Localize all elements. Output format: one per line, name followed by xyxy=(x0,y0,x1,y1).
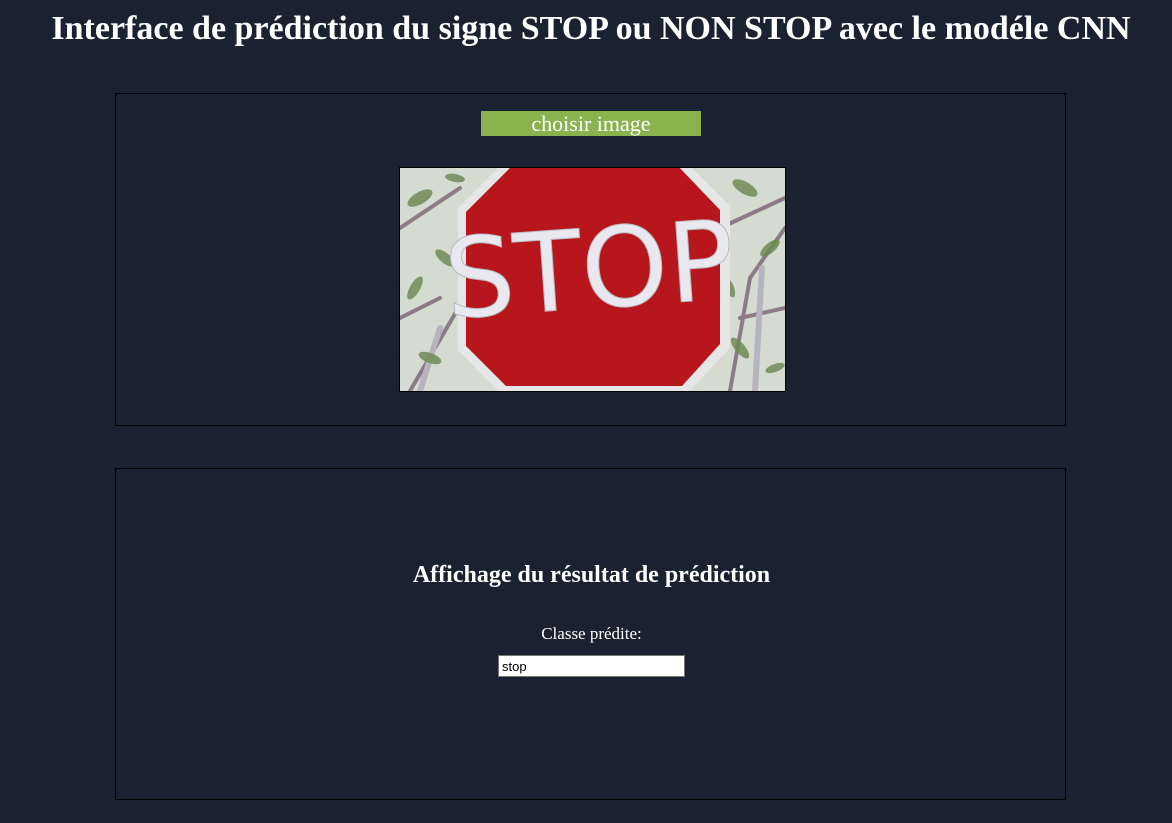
image-preview: STOP xyxy=(399,167,786,392)
upload-panel: choisir image STOP xyxy=(115,93,1066,426)
predicted-class-field[interactable] xyxy=(498,655,685,677)
predicted-class-label: Classe prédite: xyxy=(541,624,642,643)
choose-image-button[interactable]: choisir image xyxy=(481,111,701,136)
result-heading: Affichage du résultat de prédiction xyxy=(412,562,771,588)
page-title: Interface de prédiction du signe STOP ou… xyxy=(51,10,1131,47)
stop-sign-photo: STOP xyxy=(400,168,785,391)
result-panel: Affichage du résultat de prédiction Clas… xyxy=(115,468,1066,800)
stop-sign-text: STOP xyxy=(440,196,738,344)
